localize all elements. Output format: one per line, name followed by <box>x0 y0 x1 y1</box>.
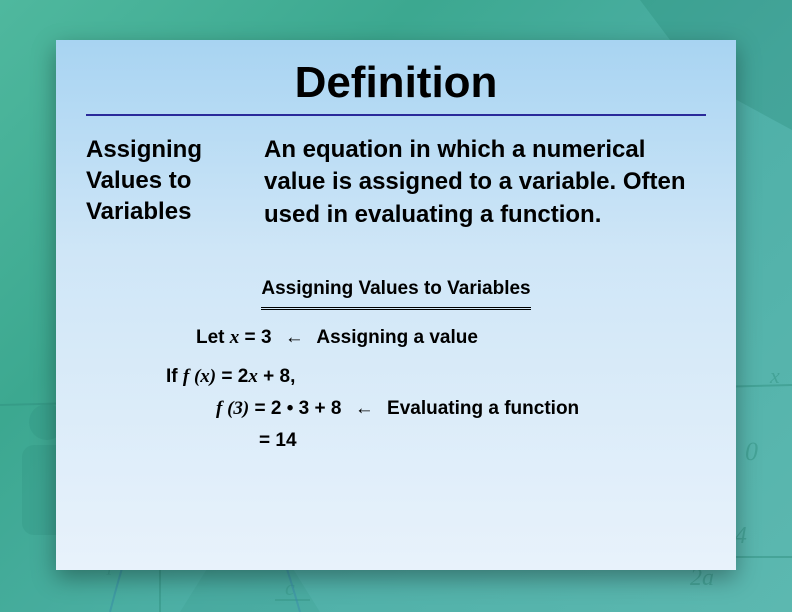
let-val: 3 <box>261 327 272 348</box>
term-line-3: Variables <box>86 196 236 227</box>
annotation-assign: Assigning a value <box>316 327 478 348</box>
let-line: Let x = 3 ← Assigning a value <box>166 322 626 354</box>
arrow-icon: ← <box>277 327 312 348</box>
example-heading-text: Assigning Values to Variables <box>261 273 530 310</box>
card-title: Definition <box>86 58 706 108</box>
result-line: = 14 <box>166 425 626 457</box>
let-eq: = <box>239 327 261 348</box>
f-expr: 2x + 8, <box>238 366 296 387</box>
if-line: If f (x) = 2x + 8, <box>166 361 626 393</box>
title-rule <box>86 114 706 116</box>
f-of-3: f (3) <box>216 398 249 419</box>
example-wrap: Assigning Values to Variables Let x = 3 … <box>86 273 706 457</box>
term-line-2: Values to <box>86 165 236 196</box>
example-heading: Assigning Values to Variables <box>166 273 626 310</box>
annotation-eval: Evaluating a function <box>387 398 579 419</box>
result-val: 14 <box>275 430 296 451</box>
f-of-x: f (x) <box>183 366 216 387</box>
if-prefix: If <box>166 366 183 387</box>
definition-card: Definition Assigning Values to Variables… <box>56 40 736 570</box>
sub-expr: 2 • 3 + 8 <box>271 398 342 419</box>
definition-row: Assigning Values to Variables An equatio… <box>86 134 706 231</box>
sub-eq: = <box>249 398 271 419</box>
example-block: Assigning Values to Variables Let x = 3 … <box>166 273 626 457</box>
result-eq: = <box>259 430 275 451</box>
description: An equation in which a numerical value i… <box>264 134 706 231</box>
svg-text:c: c <box>285 575 295 600</box>
term-line-1: Assigning <box>86 134 236 165</box>
f-eq: = <box>216 366 238 387</box>
subst-line: f (3) = 2 • 3 + 8 ← Evaluating a functio… <box>166 393 626 425</box>
let-prefix: Let <box>196 327 230 348</box>
let-var: x <box>230 327 240 348</box>
arrow-icon: ← <box>347 398 382 419</box>
term: Assigning Values to Variables <box>86 134 236 231</box>
svg-text:x: x <box>769 363 780 388</box>
